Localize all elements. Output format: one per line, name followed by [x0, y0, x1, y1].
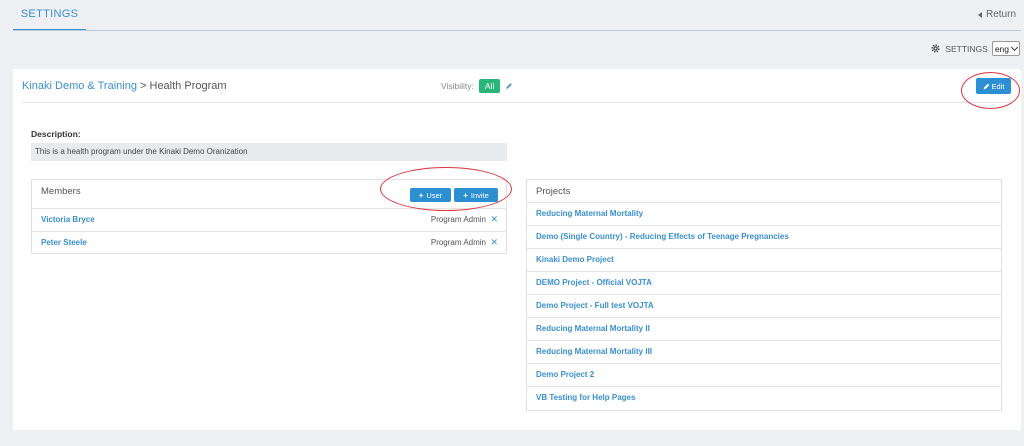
pencil-icon[interactable] — [505, 82, 513, 90]
description-label: Description: — [31, 129, 81, 139]
list-item: Reducing Maternal Mortality — [527, 202, 1001, 225]
edit-button[interactable]: Edit — [976, 78, 1011, 94]
list-item: DEMO Project - Official VOJTA — [527, 271, 1001, 294]
project-link[interactable]: Demo (Single Country) - Reducing Effects… — [536, 232, 789, 241]
invite-label: Invite — [470, 190, 489, 200]
list-item: Demo (Single Country) - Reducing Effects… — [527, 225, 1001, 248]
list-item: Reducing Maternal Mortality II — [527, 317, 1001, 340]
project-link[interactable]: Reducing Maternal Mortality II — [536, 324, 650, 333]
member-name-link[interactable]: Victoria Bryce — [41, 215, 95, 224]
tab-underline — [13, 30, 1021, 31]
visibility-control: Visibility: All — [441, 79, 513, 93]
projects-card: Projects Reducing Maternal Mortality Dem… — [526, 179, 1002, 411]
page-title: Health Program — [149, 80, 227, 92]
project-link[interactable]: Kinaki Demo Project — [536, 255, 614, 264]
plus-icon: + — [418, 190, 424, 200]
settings-toolbar: SETTINGS eng — [930, 41, 1020, 56]
top-navigation: SETTINGS Return — [0, 0, 1024, 32]
member-name-link[interactable]: Peter Steele — [41, 238, 87, 247]
pencil-icon — [983, 83, 989, 89]
plus-icon: + — [463, 190, 468, 200]
breadcrumb: Kinaki Demo & Training > Health Program — [22, 80, 227, 92]
chevron-left-icon — [977, 11, 982, 18]
project-link[interactable]: Demo Project 2 — [536, 370, 594, 379]
breadcrumb-org-link[interactable]: Kinaki Demo & Training — [22, 80, 137, 92]
list-item: Demo Project - Full test VOJTA — [527, 294, 1001, 317]
members-card: Members + User + Invite Victoria Bryce P… — [31, 179, 507, 254]
member-role: Program Admin — [430, 215, 486, 224]
project-link[interactable]: Reducing Maternal Mortality — [536, 209, 643, 218]
description-text: This is a health program under the Kinak… — [31, 143, 507, 161]
tab-settings[interactable]: SETTINGS — [13, 0, 86, 31]
member-row: Peter Steele Program Admin ✕ — [32, 232, 506, 254]
program-panel: Kinaki Demo & Training > Health Program … — [13, 69, 1021, 430]
projects-title: Projects — [536, 186, 571, 197]
project-link[interactable]: Demo Project - Full test VOJTA — [536, 301, 654, 310]
close-icon[interactable]: ✕ — [490, 214, 498, 225]
visibility-label: Visibility: — [441, 81, 474, 91]
list-item: Kinaki Demo Project — [527, 248, 1001, 271]
gear-icon[interactable] — [930, 43, 941, 54]
close-icon[interactable]: ✕ — [490, 237, 498, 248]
invite-button[interactable]: + Invite — [454, 188, 498, 202]
language-select[interactable]: eng — [991, 41, 1020, 56]
project-link[interactable]: VB Testing for Help Pages — [536, 393, 635, 402]
chevron-down-icon — [1010, 43, 1019, 51]
visibility-badge: All — [478, 79, 501, 93]
return-label: Return — [985, 9, 1016, 20]
header-divider — [22, 102, 1012, 103]
edit-button-label: Edit — [991, 81, 1005, 91]
member-row: Victoria Bryce Program Admin ✕ — [32, 209, 506, 231]
settings-link[interactable]: SETTINGS — [945, 44, 988, 54]
list-item: Demo Project 2 — [527, 363, 1001, 386]
language-value: eng — [994, 43, 1009, 54]
list-item: Reducing Maternal Mortality III — [527, 340, 1001, 363]
add-user-button[interactable]: + User — [410, 188, 451, 202]
project-link[interactable]: Reducing Maternal Mortality III — [536, 347, 652, 356]
list-item: VB Testing for Help Pages — [527, 386, 1001, 409]
return-link[interactable]: Return — [977, 9, 1016, 20]
member-role: Program Admin — [430, 238, 486, 247]
add-user-label: User — [426, 190, 443, 200]
project-link[interactable]: DEMO Project - Official VOJTA — [536, 278, 652, 287]
breadcrumb-separator: > — [136, 80, 150, 92]
members-title: Members — [41, 186, 81, 197]
